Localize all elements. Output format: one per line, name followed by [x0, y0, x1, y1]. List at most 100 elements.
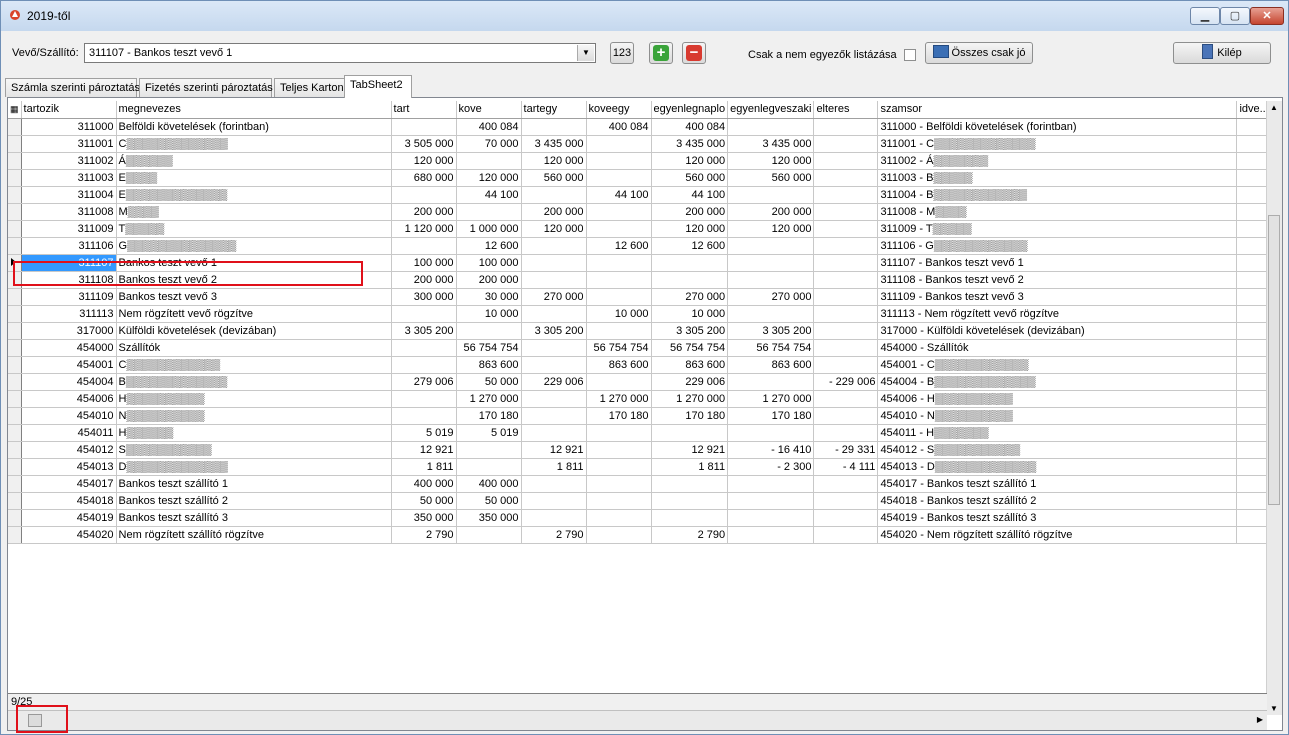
cell-szamsor[interactable]: 311108 - Bankos teszt vevő 2 — [877, 271, 1238, 289]
cell-tartegy[interactable] — [521, 339, 587, 357]
row-indicator[interactable] — [8, 237, 22, 255]
cell-elteres[interactable] — [813, 135, 879, 153]
cell-tart[interactable] — [391, 339, 457, 357]
cell-szamsor[interactable]: 311107 - Bankos teszt vevő 1 — [877, 254, 1238, 272]
cell-tartegy[interactable]: 1 811 — [521, 458, 587, 476]
cell-szamsor[interactable]: 454011 - H▒▒▒▒▒▒▒ — [877, 424, 1238, 442]
cell-koveegy[interactable] — [586, 458, 652, 476]
cell-elteres[interactable] — [813, 407, 879, 425]
col-header-szamsor[interactable]: szamsor — [877, 101, 1238, 119]
row-indicator[interactable] — [8, 339, 22, 357]
cell-egyenlegveszaki[interactable] — [727, 118, 815, 136]
cell-tartozik[interactable]: 311109 — [21, 288, 117, 306]
cell-elteres[interactable] — [813, 492, 879, 510]
cell-tartegy[interactable] — [521, 424, 587, 442]
cell-tartozik[interactable]: 454012 — [21, 441, 117, 459]
cell-koveegy[interactable]: 56 754 754 — [586, 339, 652, 357]
cell-szamsor[interactable]: 454004 - B▒▒▒▒▒▒▒▒▒▒▒▒▒ — [877, 373, 1238, 391]
tab-invoice-matching[interactable]: Számla szerinti pároztatás — [5, 78, 140, 97]
cell-koveegy[interactable] — [586, 220, 652, 238]
cell-megnevezes[interactable]: Á▒▒▒▒▒▒ — [116, 152, 392, 170]
cell-tartegy[interactable] — [521, 475, 587, 493]
cell-egyenlegveszaki[interactable] — [727, 475, 815, 493]
cell-egyenlegnaplo[interactable] — [651, 254, 729, 272]
table-row[interactable]: 454004 B▒▒▒▒▒▒▒▒▒▒▒▒▒ 279 006 50 000 229 006… — [8, 373, 1272, 391]
cell-koveegy[interactable]: 44 100 — [586, 186, 652, 204]
cell-szamsor[interactable]: 454000 - Szállítók — [877, 339, 1238, 357]
cell-megnevezes[interactable]: C▒▒▒▒▒▒▒▒▒▒▒▒▒ — [116, 135, 392, 153]
row-indicator[interactable] — [8, 186, 22, 204]
col-header-koveegy[interactable]: koveegy — [586, 101, 652, 119]
cell-megnevezes[interactable]: Nem rögzített szállító rögzítve — [116, 526, 392, 544]
cell-megnevezes[interactable]: M▒▒▒▒ — [116, 203, 392, 221]
cell-tartegy[interactable] — [521, 186, 587, 204]
cell-tartegy[interactable]: 3 435 000 — [521, 135, 587, 153]
cell-tartegy[interactable] — [521, 271, 587, 289]
cell-elteres[interactable] — [813, 509, 879, 527]
cell-egyenlegveszaki[interactable]: 120 000 — [727, 152, 815, 170]
cell-egyenlegnaplo[interactable] — [651, 475, 729, 493]
cell-koveegy[interactable] — [586, 509, 652, 527]
cell-tartegy[interactable]: 270 000 — [521, 288, 587, 306]
cell-tartozik[interactable]: 454017 — [21, 475, 117, 493]
cell-szamsor[interactable]: 317000 - Külföldi követelések (devizában… — [877, 322, 1238, 340]
cell-elteres[interactable] — [813, 390, 879, 408]
cell-koveegy[interactable]: 10 000 — [586, 305, 652, 323]
cell-megnevezes[interactable]: Bankos teszt vevő 3 — [116, 288, 392, 306]
cell-kove[interactable] — [456, 203, 522, 221]
cell-egyenlegnaplo[interactable]: 560 000 — [651, 169, 729, 187]
cell-tart[interactable] — [391, 390, 457, 408]
cell-kove[interactable]: 5 019 — [456, 424, 522, 442]
cell-tartozik[interactable]: 311003 — [21, 169, 117, 187]
cell-egyenlegnaplo[interactable] — [651, 271, 729, 289]
cell-tartozik[interactable]: 454001 — [21, 356, 117, 374]
cell-koveegy[interactable] — [586, 441, 652, 459]
cell-szamsor[interactable]: 454010 - N▒▒▒▒▒▒▒▒▒▒ — [877, 407, 1238, 425]
cell-egyenlegveszaki[interactable] — [727, 526, 815, 544]
cell-egyenlegveszaki[interactable]: 560 000 — [727, 169, 815, 187]
table-row[interactable]: 311008 M▒▒▒▒ 200 000 200 000 200 000 200 000 3… — [8, 203, 1272, 221]
cell-szamsor[interactable]: 454018 - Bankos teszt szállító 2 — [877, 492, 1238, 510]
cell-elteres[interactable]: - 29 331 — [813, 441, 879, 459]
col-header-egyenlegnaplo[interactable]: egyenlegnaplo — [651, 101, 729, 119]
cell-megnevezes[interactable]: Belföldi követelések (forintban) — [116, 118, 392, 136]
row-indicator[interactable] — [8, 152, 22, 170]
cell-tartozik[interactable]: 311113 — [21, 305, 117, 323]
cell-megnevezes[interactable]: G▒▒▒▒▒▒▒▒▒▒▒▒▒▒ — [116, 237, 392, 255]
cell-egyenlegveszaki[interactable]: 270 000 — [727, 288, 815, 306]
horizontal-scrollbar[interactable]: ▶ — [8, 710, 1267, 730]
cell-tart[interactable] — [391, 407, 457, 425]
cell-egyenlegveszaki[interactable]: 170 180 — [727, 407, 815, 425]
scroll-right-icon[interactable]: ▶ — [1257, 715, 1263, 724]
cell-tartegy[interactable] — [521, 305, 587, 323]
cell-koveegy[interactable] — [586, 373, 652, 391]
cell-egyenlegveszaki[interactable] — [727, 237, 815, 255]
minimize-button[interactable]: ▁ — [1190, 7, 1220, 25]
cell-elteres[interactable] — [813, 305, 879, 323]
cell-megnevezes[interactable]: H▒▒▒▒▒▒ — [116, 424, 392, 442]
table-row[interactable]: 454017 Bankos teszt szállító 1 400 000 400 … — [8, 475, 1272, 493]
cell-kove[interactable]: 70 000 — [456, 135, 522, 153]
cell-elteres[interactable] — [813, 322, 879, 340]
table-row[interactable]: 454020 Nem rögzített szállító rögzítve 2 7… — [8, 526, 1272, 544]
row-indicator[interactable] — [8, 220, 22, 238]
cell-tart[interactable]: 1 811 — [391, 458, 457, 476]
cell-szamsor[interactable]: 311004 - B▒▒▒▒▒▒▒▒▒▒▒▒ — [877, 186, 1238, 204]
cell-tartegy[interactable] — [521, 492, 587, 510]
cell-megnevezes[interactable]: Bankos teszt szállító 1 — [116, 475, 392, 493]
cell-egyenlegnaplo[interactable]: 120 000 — [651, 152, 729, 170]
tab-full-ledger[interactable]: Teljes Karton — [274, 78, 346, 97]
cell-egyenlegveszaki[interactable] — [727, 424, 815, 442]
cell-tart[interactable]: 279 006 — [391, 373, 457, 391]
cell-egyenlegnaplo[interactable]: 270 000 — [651, 288, 729, 306]
cell-elteres[interactable] — [813, 288, 879, 306]
cell-tartozik[interactable]: 454004 — [21, 373, 117, 391]
cell-egyenlegveszaki[interactable] — [727, 254, 815, 272]
cell-kove[interactable]: 50 000 — [456, 492, 522, 510]
cell-szamsor[interactable]: 311113 - Nem rögzített vevő rögzítve — [877, 305, 1238, 323]
column-picker-icon[interactable]: ▦ — [8, 101, 22, 119]
cell-megnevezes[interactable]: Bankos teszt szállító 3 — [116, 509, 392, 527]
cell-megnevezes[interactable]: Szállítók — [116, 339, 392, 357]
scroll-down-icon[interactable]: ▼ — [1270, 704, 1278, 713]
cell-kove[interactable] — [456, 441, 522, 459]
